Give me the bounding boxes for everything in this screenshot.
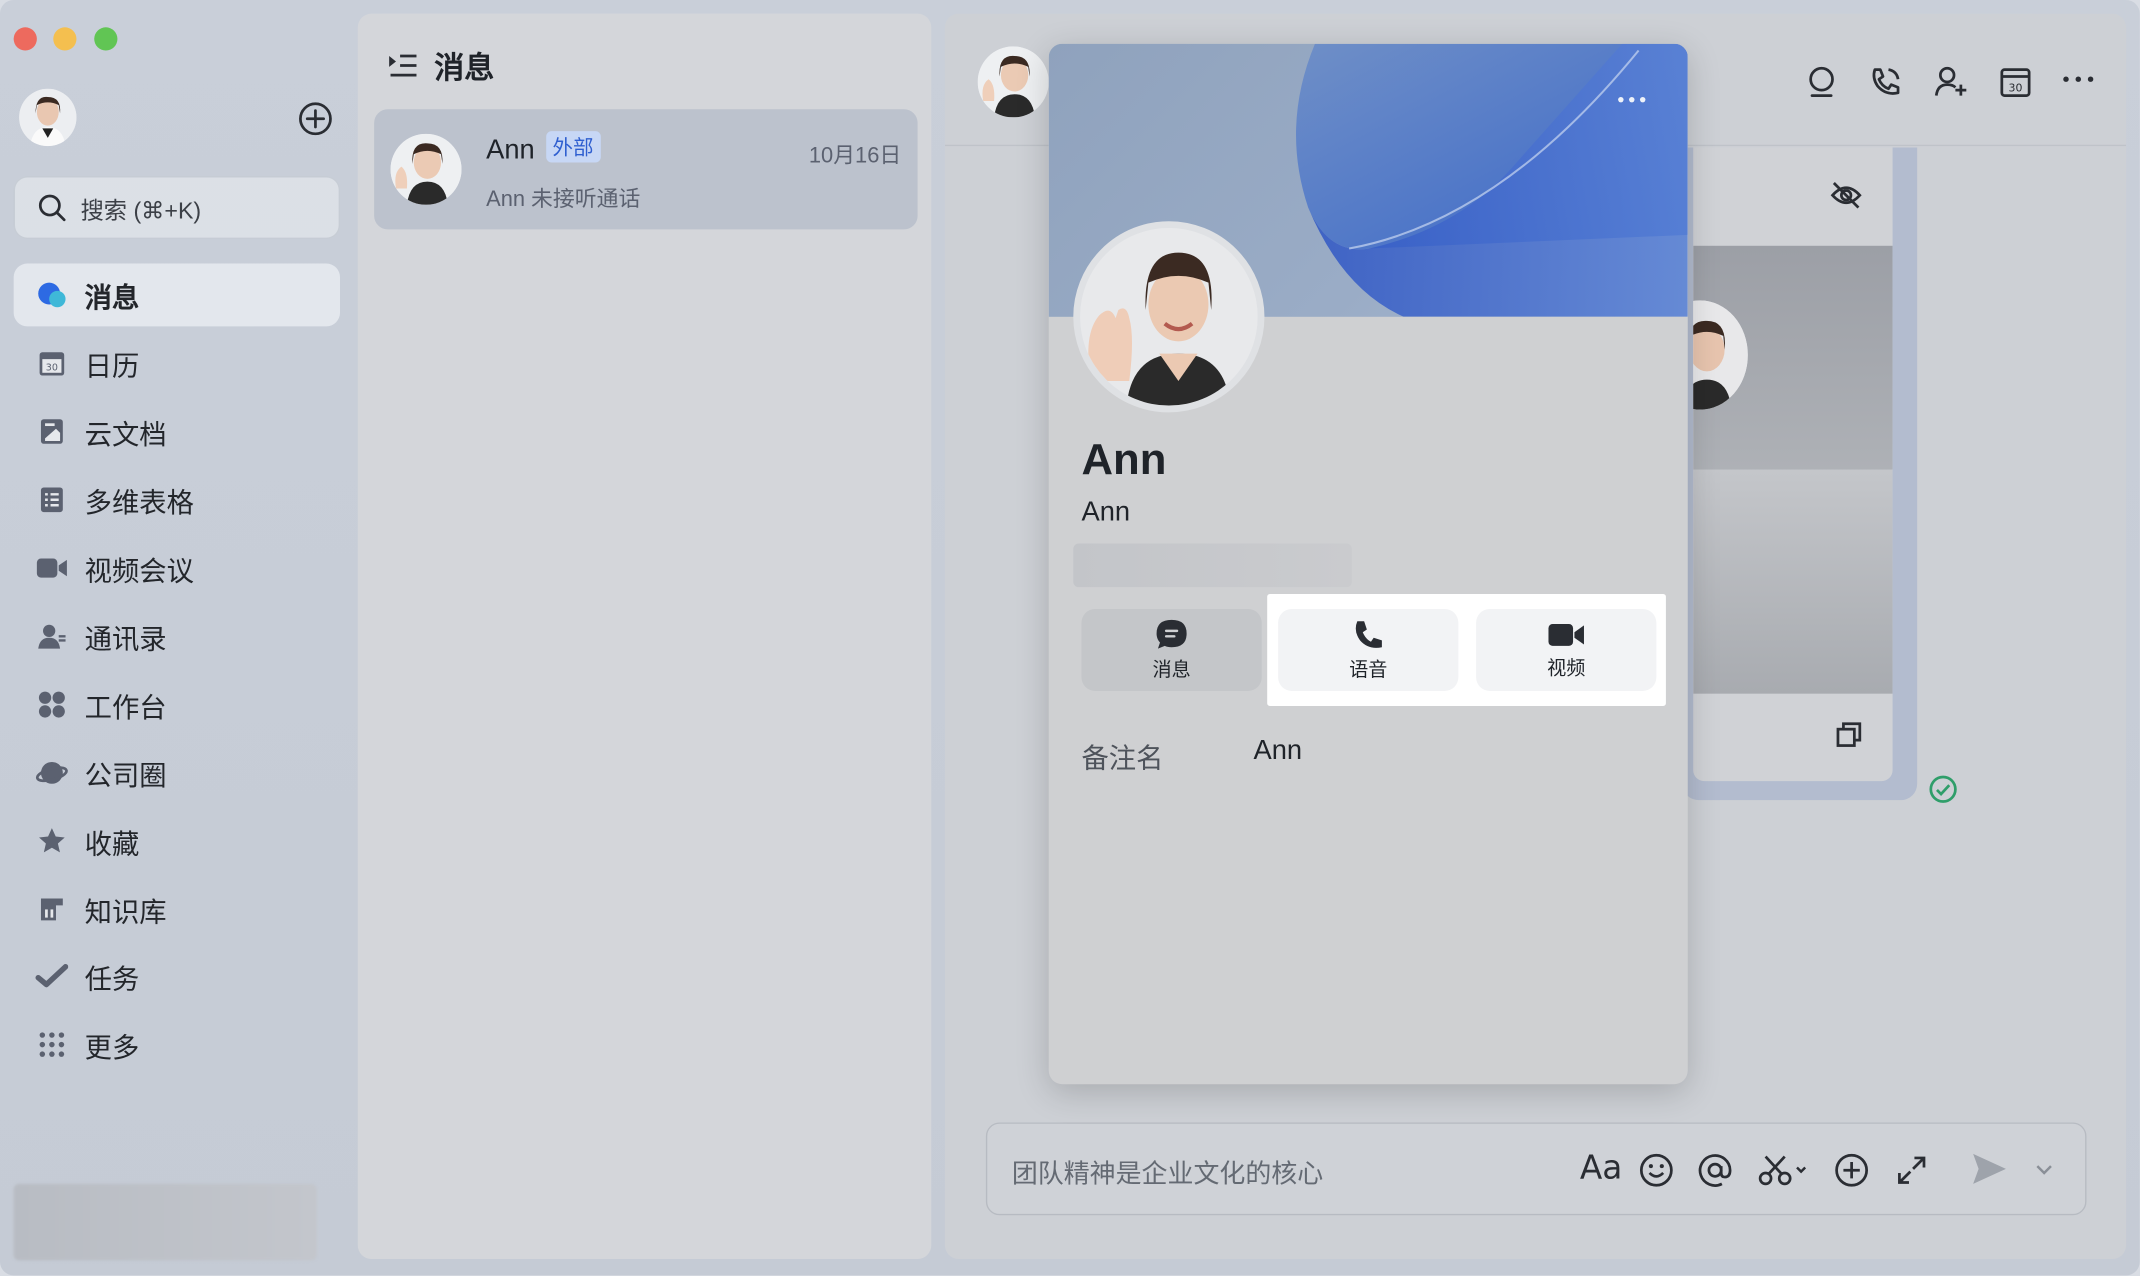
mention-icon[interactable] <box>1697 1152 1733 1188</box>
app-window: 搜索 (⌘+K) 消息 30 日历 云文档 多维表格 视频会议 通讯录 工作台 <box>0 0 2140 1276</box>
remark-value[interactable]: Ann <box>1254 736 1303 767</box>
sidebar-item-base[interactable]: 多维表格 <box>14 468 340 531</box>
video-camera-icon <box>1547 619 1585 649</box>
sidebar-item-label: 任务 <box>84 964 140 995</box>
profile-subname: Ann <box>1081 497 1131 528</box>
call-icon[interactable] <box>1869 66 1902 99</box>
sidebar-item-messages[interactable]: 消息 <box>13 263 341 327</box>
workplace-icon <box>36 688 69 721</box>
phone-icon <box>1352 618 1385 651</box>
page-title: 消息 <box>434 50 495 85</box>
video-call-label: 视频 <box>1547 656 1586 678</box>
message-button[interactable]: 消息 <box>1081 609 1262 691</box>
profile-card: Ann Ann 消息 语音 视频 备注名 Ann <box>1048 43 1688 1085</box>
svg-text:30: 30 <box>46 363 58 374</box>
expand-icon[interactable] <box>1897 1155 1927 1185</box>
svg-text:30: 30 <box>2009 81 2023 94</box>
sidebar-item-workplace[interactable]: 工作台 <box>14 673 340 736</box>
copy-icon[interactable] <box>1835 721 1862 748</box>
contacts-icon <box>36 620 69 653</box>
blurred-info <box>1073 543 1352 588</box>
sidebar-item-more[interactable]: 更多 <box>14 1013 340 1076</box>
chat-preview: Ann 未接听通话 <box>486 188 641 212</box>
collapse-list-icon[interactable] <box>388 52 418 79</box>
send-icon[interactable] <box>1970 1151 2008 1187</box>
search-input[interactable]: 搜索 (⌘+K) <box>13 176 341 239</box>
add-icon[interactable] <box>298 101 334 137</box>
more-icon[interactable] <box>2062 74 2095 85</box>
wiki-icon <box>36 893 69 926</box>
list-header: 消息 <box>388 44 495 88</box>
sidebar-item-label: 多维表格 <box>84 488 194 519</box>
profile-avatar[interactable] <box>1073 221 1265 413</box>
message-input-placeholder: 团队精神是企业文化的核心 <box>1011 1160 1324 1190</box>
read-check-icon <box>1928 774 1958 804</box>
message-button-label: 消息 <box>1152 657 1191 680</box>
video-meeting-icon <box>36 552 69 585</box>
external-badge: 外部 <box>545 131 601 163</box>
sidebar-item-video-meeting[interactable]: 视频会议 <box>14 537 340 600</box>
profile-name: Ann <box>1081 434 1167 484</box>
sidebar-item-label: 公司圈 <box>84 761 167 792</box>
profile-more-icon[interactable] <box>1617 96 1647 104</box>
send-options-chevron-icon[interactable] <box>2036 1165 2052 1176</box>
card-image-lower <box>1693 469 1893 694</box>
search-placeholder: 搜索 (⌘+K) <box>80 197 202 224</box>
sidebar-item-calendar[interactable]: 30 日历 <box>14 332 340 395</box>
screenshot-scissors-icon[interactable] <box>1757 1152 1812 1188</box>
chat-search-icon[interactable] <box>1805 66 1838 99</box>
chat-list-panel: 消息 Ann 外部 10月16日 Ann 未接听通话 <box>357 13 932 1259</box>
avatar <box>390 133 462 205</box>
list-item[interactable]: Ann 外部 10月16日 Ann 未接听通话 <box>374 109 918 230</box>
add-attachment-icon[interactable] <box>1834 1152 1870 1188</box>
hide-icon[interactable] <box>1830 180 1863 210</box>
sidebar-item-label: 日历 <box>84 351 140 382</box>
emoji-icon[interactable] <box>1639 1152 1675 1188</box>
task-icon <box>35 960 69 993</box>
sidebar-item-label: 通讯录 <box>84 624 167 655</box>
sidebar: 搜索 (⌘+K) 消息 30 日历 云文档 多维表格 视频会议 通讯录 工作台 <box>0 0 352 1275</box>
voice-call-label: 语音 <box>1349 657 1388 680</box>
message-card-content <box>1693 147 1893 782</box>
sidebar-item-label: 工作台 <box>84 692 167 724</box>
sidebar-item-wiki[interactable]: 知识库 <box>14 878 340 941</box>
sidebar-item-label: 消息 <box>84 283 140 314</box>
moments-icon <box>35 756 69 789</box>
chat-header-avatar[interactable] <box>977 46 1049 118</box>
sidebar-item-contacts[interactable]: 通讯录 <box>14 605 340 668</box>
more-grid-icon <box>36 1028 69 1061</box>
sidebar-item-moments[interactable]: 公司圈 <box>14 741 340 804</box>
sidebar-item-label: 云文档 <box>84 419 167 450</box>
chat-name: Ann 外部 <box>486 131 601 167</box>
docs-icon <box>36 415 69 448</box>
base-table-icon <box>36 483 69 516</box>
blurred-area <box>13 1183 317 1261</box>
sidebar-item-label: 视频会议 <box>84 556 194 587</box>
chat-date: 10月16日 <box>808 144 902 168</box>
chat-bubble-icon <box>1154 618 1190 651</box>
sidebar-item-label: 更多 <box>84 1033 140 1064</box>
remark-label: 备注名 <box>1081 744 1164 775</box>
video-call-button[interactable]: 视频 <box>1476 609 1657 691</box>
add-member-icon[interactable] <box>1934 66 1970 99</box>
calendar-icon: 30 <box>36 347 69 380</box>
sidebar-item-label: 收藏 <box>84 829 140 860</box>
font-format-button[interactable]: Aa <box>1580 1148 1623 1186</box>
calendar-icon[interactable]: 30 <box>1999 66 2032 99</box>
message-icon <box>36 279 69 312</box>
search-icon <box>37 193 67 223</box>
sidebar-item-tasks[interactable]: 任务 <box>14 945 340 1008</box>
user-avatar[interactable] <box>19 88 77 147</box>
message-input[interactable]: 团队精神是企业文化的核心 Aa <box>985 1122 2087 1216</box>
star-icon <box>36 825 69 858</box>
sidebar-item-favorites[interactable]: 收藏 <box>14 810 340 873</box>
sidebar-item-docs[interactable]: 云文档 <box>14 400 340 463</box>
voice-call-button[interactable]: 语音 <box>1278 609 1459 691</box>
sidebar-item-label: 知识库 <box>84 897 167 928</box>
